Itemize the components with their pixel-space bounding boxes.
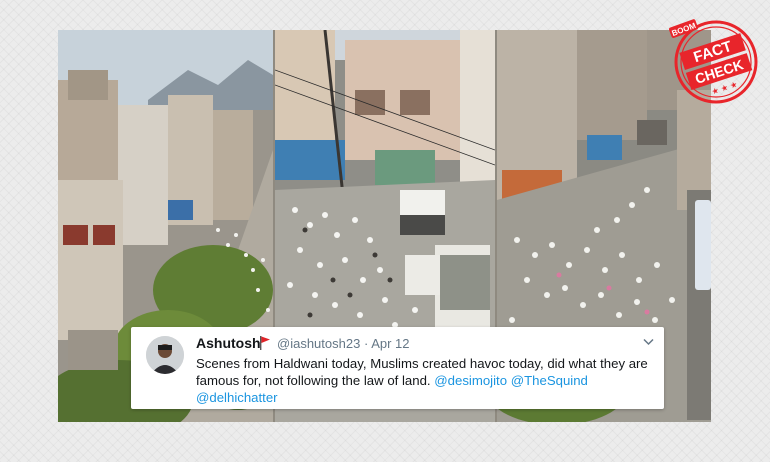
red-flag-icon xyxy=(260,336,270,350)
tweet-card[interactable]: Ashutosh @iashutosh23 · Apr 12 Scenes fr… xyxy=(131,327,664,409)
mention-link[interactable]: @delhichatter xyxy=(196,390,278,405)
tweet-display-name[interactable]: Ashutosh xyxy=(196,335,261,351)
tweet-meta: @iashutosh23 · Apr 12 xyxy=(277,336,410,351)
fact-check-stamp-logo: FACT CHECK ★ ★ ★ BOOM xyxy=(669,19,758,104)
tweet-separator: · xyxy=(363,336,369,351)
tweet-handle[interactable]: @iashutosh23 xyxy=(277,336,360,351)
tweet-text: Scenes from Haldwani today, Muslims crea… xyxy=(196,355,656,406)
chevron-down-icon[interactable] xyxy=(643,334,654,349)
mention-link[interactable]: @TheSquind xyxy=(511,373,588,388)
tweet-date[interactable]: Apr 12 xyxy=(371,336,409,351)
mention-link[interactable]: @desimojito xyxy=(434,373,507,388)
avatar[interactable] xyxy=(146,336,184,374)
